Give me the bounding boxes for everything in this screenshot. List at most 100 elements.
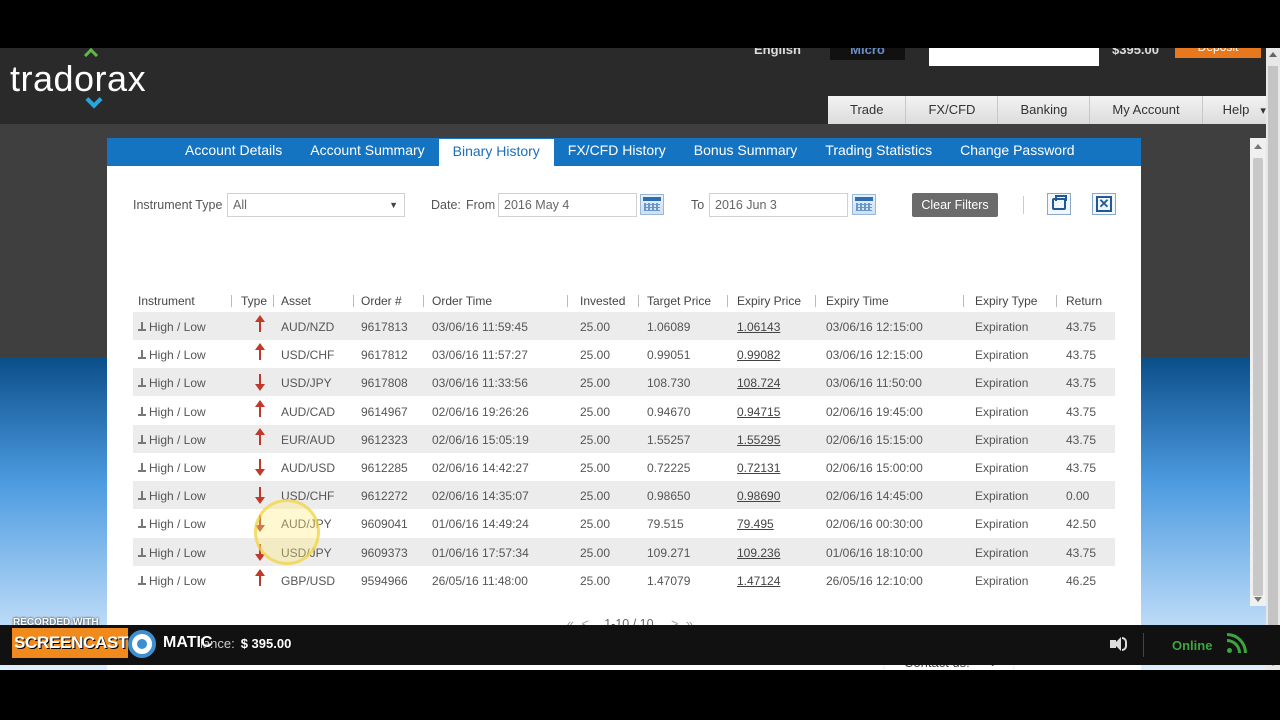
arrow-head (255, 469, 265, 476)
tab-trading-statistics[interactable]: Trading Statistics (811, 138, 946, 166)
column-header-expiry-type[interactable]: Expiry Type (975, 294, 1037, 308)
table-row[interactable]: High / Low AUD/USD 9612285 02/06/16 14:42:2… (133, 453, 1115, 481)
account-type-badge[interactable]: Micro (830, 48, 905, 60)
main-nav: Trade FX/CFD Banking My Account Help ▾ (828, 96, 1272, 124)
print-button[interactable] (1047, 193, 1071, 215)
cell-order-time: 01/06/16 14:49:24 (432, 517, 529, 532)
cell-instrument: High / Low (138, 461, 206, 475)
table-row[interactable]: High / Low GBP/USD 9594966 26/05/16 11:48:0… (133, 565, 1115, 594)
date-to-input[interactable]: 2016 Jun 3 (709, 193, 848, 217)
calendar-from-icon[interactable] (640, 194, 664, 215)
column-header-return[interactable]: Return (1066, 294, 1102, 308)
calendar-to-icon[interactable] (852, 194, 876, 215)
cell-return: 42.50 (1066, 517, 1097, 532)
instrument-label: High / Low (149, 348, 206, 363)
table-row[interactable]: High / Low AUD/CAD 9614967 02/06/16 19:26:2… (133, 396, 1115, 425)
column-header-instrument[interactable]: Instrument (138, 294, 195, 308)
cell-asset: USD/CHF (281, 348, 335, 363)
table-header: Instrument Type Asset Order # Order Time Inve… (133, 291, 1115, 311)
scroll-thumb[interactable] (1253, 158, 1263, 596)
instrument-label: High / Low (149, 545, 206, 560)
table-row[interactable]: High / Low EUR/AUD 9612323 02/06/16 15:05:1… (133, 424, 1115, 453)
window-scrollbar[interactable] (1266, 48, 1280, 670)
page-scrollbar[interactable] (1250, 138, 1266, 606)
cell-expiry-price[interactable]: 1.06143 (737, 320, 780, 334)
instrument-type-select[interactable]: All ▼ (227, 193, 405, 217)
tab-binary-history[interactable]: Binary History (438, 139, 554, 167)
cell-order-number: 9612285 (361, 461, 408, 475)
cell-expiry-price[interactable]: 108.724 (737, 376, 780, 390)
filter-bar: Instrument Type All ▼ Date: From 2016 Ma… (107, 178, 1141, 228)
column-header-type[interactable]: Type (241, 294, 267, 308)
cell-target-price: 108.730 (647, 376, 691, 391)
cell-target-price: 109.271 (647, 545, 691, 560)
tab-account-details[interactable]: Account Details (171, 138, 296, 166)
content-panel: Account Details Account Summary Binary His… (107, 138, 1141, 670)
cell-expiry-time: 03/06/16 11:50:00 (826, 376, 922, 391)
cell-expiry-type: Expiration (975, 404, 1029, 419)
scroll-down-icon[interactable] (1254, 597, 1262, 602)
cell-expiry-price[interactable]: 0.99082 (737, 348, 780, 362)
export-button[interactable]: ✕ (1092, 193, 1116, 215)
account-tabs: Account Details Account Summary Binary His… (107, 138, 1141, 167)
scroll-up-icon[interactable] (1254, 144, 1262, 149)
main-nav-item-trade[interactable]: Trade (828, 96, 906, 124)
main-nav-item-fx-cfd[interactable]: FX/CFD (905, 96, 998, 124)
cell-target-price: 1.55257 (647, 432, 691, 447)
cell-expiry-price[interactable]: 79.495 (737, 517, 774, 531)
table-row[interactable]: High / Low USD/JPY 9617808 03/06/16 11:33:5… (133, 368, 1115, 397)
column-header-expiry-price[interactable]: Expiry Price (737, 294, 801, 308)
column-header-expiry-time[interactable]: Expiry Time (826, 294, 889, 308)
high-low-icon (138, 463, 146, 473)
date-label: Date: (431, 198, 461, 212)
column-header-order-time[interactable]: Order Time (432, 294, 492, 308)
arrow-head (255, 568, 265, 576)
main-nav-item-banking[interactable]: Banking (997, 96, 1090, 124)
column-header-target-price[interactable]: Target Price (647, 294, 711, 308)
cell-expiry-price[interactable]: 0.98690 (737, 489, 780, 503)
cell-expiry-price[interactable]: 0.94715 (737, 405, 780, 419)
cell-invested: 25.00 (580, 320, 611, 334)
watermark-recorded: RECORDED WITH (13, 617, 99, 628)
cell-instrument: High / Low (138, 489, 206, 503)
cell-order-number: 9614967 (361, 404, 408, 419)
window-scroll-thumb[interactable] (1268, 66, 1278, 656)
column-divider (231, 295, 232, 307)
window-scroll-up-icon[interactable] (1269, 52, 1277, 57)
column-header-invested[interactable]: Invested (580, 294, 625, 308)
date-from-input[interactable]: 2016 May 4 (498, 193, 637, 217)
high-low-icon (138, 322, 146, 332)
cell-expiry-time: 03/06/16 12:15:00 (826, 320, 923, 334)
deposit-button[interactable]: Deposit (1175, 48, 1261, 58)
language-selector[interactable]: English (754, 48, 801, 57)
clear-filters-button[interactable]: Clear Filters (912, 193, 998, 217)
column-header-asset[interactable]: Asset (281, 294, 311, 308)
cell-invested: 25.00 (580, 404, 611, 419)
logo[interactable]: tradorax (10, 48, 146, 109)
cell-expiry-price[interactable]: 0.72131 (737, 461, 780, 475)
high-low-icon (138, 434, 146, 445)
cell-expiry-price[interactable]: 1.55295 (737, 433, 780, 447)
cell-expiry-time: 02/06/16 14:45:00 (826, 489, 923, 504)
instrument-label: High / Low (149, 432, 206, 447)
table-row[interactable]: High / Low USD/CHF 9617812 03/06/16 11:57:2… (133, 340, 1115, 369)
table-row[interactable]: High / Low AUD/NZD 9617813 03/06/16 11:59:4… (133, 312, 1115, 340)
cell-expiry-price[interactable]: 1.47124 (737, 574, 780, 588)
cell-target-price: 79.515 (647, 517, 684, 532)
tab-account-summary[interactable]: Account Summary (296, 138, 438, 166)
column-header-order-number[interactable]: Order # (361, 294, 402, 308)
cell-expiry-type: Expiration (975, 517, 1029, 532)
cell-return: 43.75 (1066, 461, 1097, 475)
cell-invested: 25.00 (580, 517, 611, 532)
tab-bonus-summary[interactable]: Bonus Summary (680, 138, 811, 166)
cell-expiry-price[interactable]: 109.236 (737, 546, 780, 560)
cell-instrument: High / Low (138, 405, 206, 419)
main-nav-item-help[interactable]: Help ▾ (1201, 96, 1272, 124)
tab-fx-cfd-history[interactable]: FX/CFD History (554, 138, 680, 166)
column-divider (1056, 295, 1057, 307)
main-nav-item-my-account[interactable]: My Account (1089, 96, 1202, 124)
tab-change-password[interactable]: Change Password (946, 138, 1088, 166)
cell-target-price: 0.94670 (647, 404, 691, 419)
cell-instrument: High / Low (138, 376, 206, 390)
cell-return: 43.75 (1066, 376, 1097, 391)
